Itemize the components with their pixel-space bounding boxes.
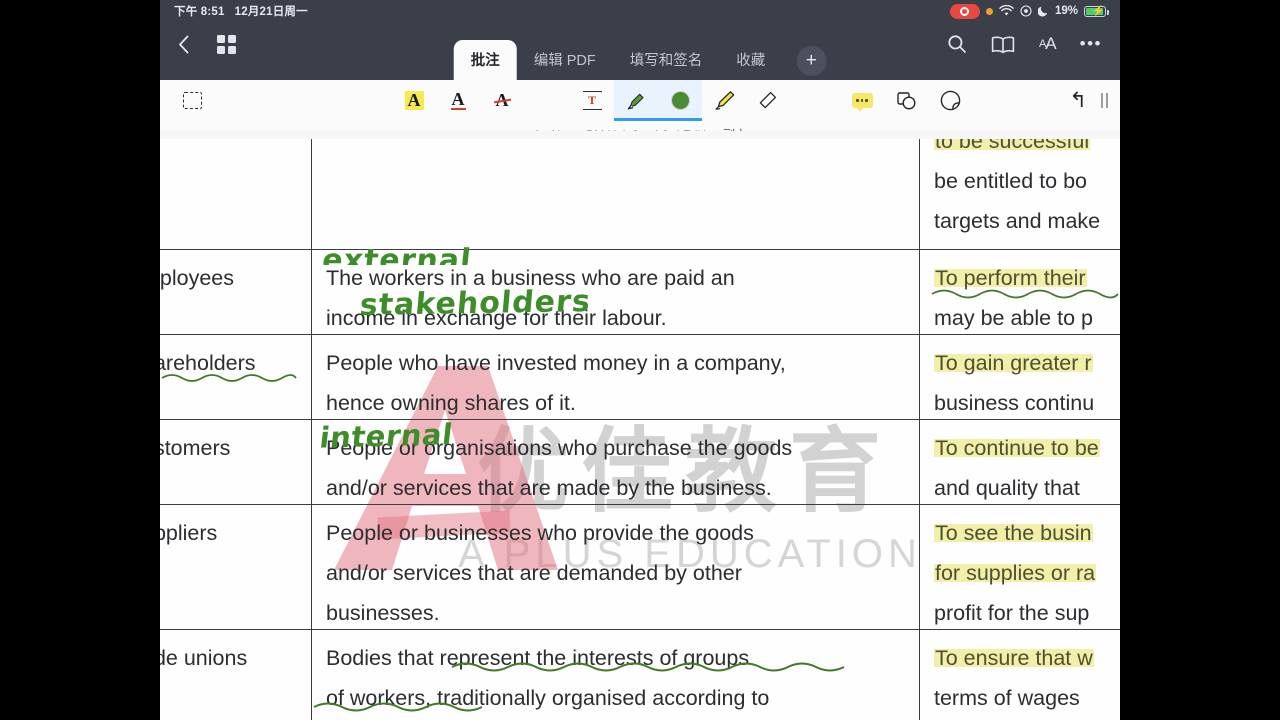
table-cell-importance: To perform their may be able to p bbox=[920, 250, 1120, 334]
table-cell-importance: To gain greater r business continu bbox=[934, 351, 1095, 415]
comment-tool[interactable] bbox=[840, 80, 884, 121]
sticker-tool[interactable] bbox=[928, 80, 972, 121]
status-bar-left: 下午 8:51 12月21日周一 bbox=[174, 3, 308, 19]
highlight-text-tool[interactable]: A bbox=[392, 80, 436, 121]
tab-bar: 批注 编辑 PDF 填写和签名 收藏 + bbox=[453, 40, 827, 80]
table-cell-definition: People who have invested money in a comp… bbox=[312, 335, 920, 419]
table-cell-definition: People or organisations who purchase the… bbox=[312, 420, 920, 504]
highlighted-text: To gain greater r bbox=[934, 351, 1093, 375]
undo-button[interactable]: ↰ bbox=[1069, 90, 1087, 111]
table-row[interactable]: to be successful be entitled to bo targe… bbox=[160, 131, 1120, 250]
toolbar-handle-bar[interactable] bbox=[1101, 93, 1108, 108]
screen-record-indicator-icon bbox=[949, 3, 980, 19]
table-row[interactable]: mployees The workers in a business who a… bbox=[160, 250, 1120, 335]
grid-view-icon[interactable] bbox=[217, 34, 236, 54]
toolbar-right-group: ↰ bbox=[1069, 90, 1120, 111]
nav-bar-left bbox=[178, 22, 236, 80]
table-cell-definition: People or businesses who provide the goo… bbox=[312, 505, 920, 629]
table-row[interactable]: hareholders People who have invested mon… bbox=[160, 335, 1120, 420]
table-row[interactable]: ustomers People or organisations who pur… bbox=[160, 420, 1120, 505]
letterbox-left bbox=[0, 0, 160, 720]
app-window: 下午 8:51 12月21日周一 19% ⚡ 批注 编辑 PDF 填写和签名 收… bbox=[160, 0, 1120, 720]
selection-box-tool[interactable] bbox=[170, 80, 214, 121]
color-swatch-green[interactable] bbox=[658, 80, 702, 121]
add-tab-button[interactable]: + bbox=[796, 46, 827, 76]
search-icon[interactable] bbox=[947, 34, 967, 54]
eraser-tool[interactable] bbox=[746, 80, 790, 121]
shapes-tool[interactable] bbox=[884, 80, 928, 121]
pdf-page[interactable]: 优佳教育 A PLUS EDUCATION to be successful b… bbox=[160, 131, 1120, 720]
table-cell-term: ustomers bbox=[160, 420, 312, 504]
table-cell-importance: To continue to be and quality that bbox=[934, 436, 1100, 500]
more-options-icon[interactable]: ••• bbox=[1080, 35, 1102, 52]
table-row[interactable]: uppliers People or businesses who provid… bbox=[160, 505, 1120, 630]
active-tool-group bbox=[614, 80, 702, 121]
book-reader-icon[interactable] bbox=[991, 35, 1015, 54]
status-bar-right: 19% ⚡ bbox=[949, 3, 1109, 19]
table-cell-term: hareholders bbox=[160, 335, 312, 419]
letterbox-right bbox=[1120, 0, 1280, 720]
annotation-toolbar: A A A T ↰ bbox=[160, 80, 1120, 121]
highlighted-text: for supplies or ra bbox=[934, 561, 1097, 585]
do-not-disturb-moon-icon bbox=[1037, 6, 1048, 17]
table-cell-term: ade unions bbox=[160, 630, 312, 720]
text-size-icon[interactable]: AA bbox=[1039, 34, 1057, 54]
control-center-icon bbox=[1020, 5, 1032, 17]
definitions-table: to be successful be entitled to bo targe… bbox=[160, 131, 1120, 720]
tab-favorites[interactable]: 收藏 bbox=[719, 40, 782, 80]
nav-bar-right: AA ••• bbox=[947, 22, 1102, 80]
table-cell-term: uppliers bbox=[160, 505, 312, 629]
screen: 下午 8:51 12月21日周一 19% ⚡ 批注 编辑 PDF 填写和签名 收… bbox=[0, 0, 1280, 720]
highlighted-text: To ensure that w bbox=[934, 646, 1094, 670]
nav-bar: 批注 编辑 PDF 填写和签名 收藏 + AA ••• bbox=[160, 22, 1120, 80]
tab-edit-pdf[interactable]: 编辑 PDF bbox=[517, 40, 613, 80]
strikethrough-text-tool[interactable]: A bbox=[480, 80, 524, 121]
tab-annotate[interactable]: 批注 bbox=[453, 40, 517, 80]
table-cell-importance: To ensure that w terms of wages bbox=[934, 646, 1094, 710]
table-cell-definition: Bodies that represent the interests of g… bbox=[312, 630, 920, 720]
table-cell-importance: To see the busin for supplies or ra prof… bbox=[934, 521, 1097, 625]
pen-tool[interactable] bbox=[614, 80, 658, 121]
highlighted-text: To perform their bbox=[934, 266, 1087, 290]
highlighter-tool[interactable] bbox=[702, 80, 746, 121]
wifi-icon bbox=[999, 5, 1014, 16]
table-cell-definition bbox=[312, 131, 920, 249]
table-row[interactable]: ade unions Bodies that represent the int… bbox=[160, 630, 1120, 720]
text-size-big-a: A bbox=[1045, 34, 1056, 53]
tab-fill-and-sign[interactable]: 填写和签名 bbox=[613, 40, 720, 80]
status-bar: 下午 8:51 12月21日周一 19% ⚡ bbox=[160, 0, 1120, 22]
highlighted-text: To continue to be bbox=[934, 436, 1100, 460]
back-chevron-icon[interactable] bbox=[178, 35, 189, 54]
status-date: 12月21日周一 bbox=[234, 6, 308, 18]
page-top-edge bbox=[160, 131, 1120, 139]
table-cell-term bbox=[160, 131, 312, 249]
underline-text-tool[interactable]: A bbox=[436, 80, 480, 121]
highlighted-text: To see the busin bbox=[934, 521, 1093, 545]
table-cell-term: mployees bbox=[160, 250, 312, 334]
table-cell-importance: to be successful be entitled to bo targe… bbox=[934, 131, 1101, 233]
orange-privacy-dot-icon bbox=[985, 7, 993, 15]
battery-charging-icon: ⚡ bbox=[1084, 5, 1109, 17]
table-cell-definition: The workers in a business who are paid a… bbox=[312, 250, 920, 334]
text-box-tool[interactable]: T bbox=[570, 80, 614, 121]
battery-percent: 19% bbox=[1054, 5, 1078, 17]
status-time: 下午 8:51 bbox=[174, 6, 225, 18]
